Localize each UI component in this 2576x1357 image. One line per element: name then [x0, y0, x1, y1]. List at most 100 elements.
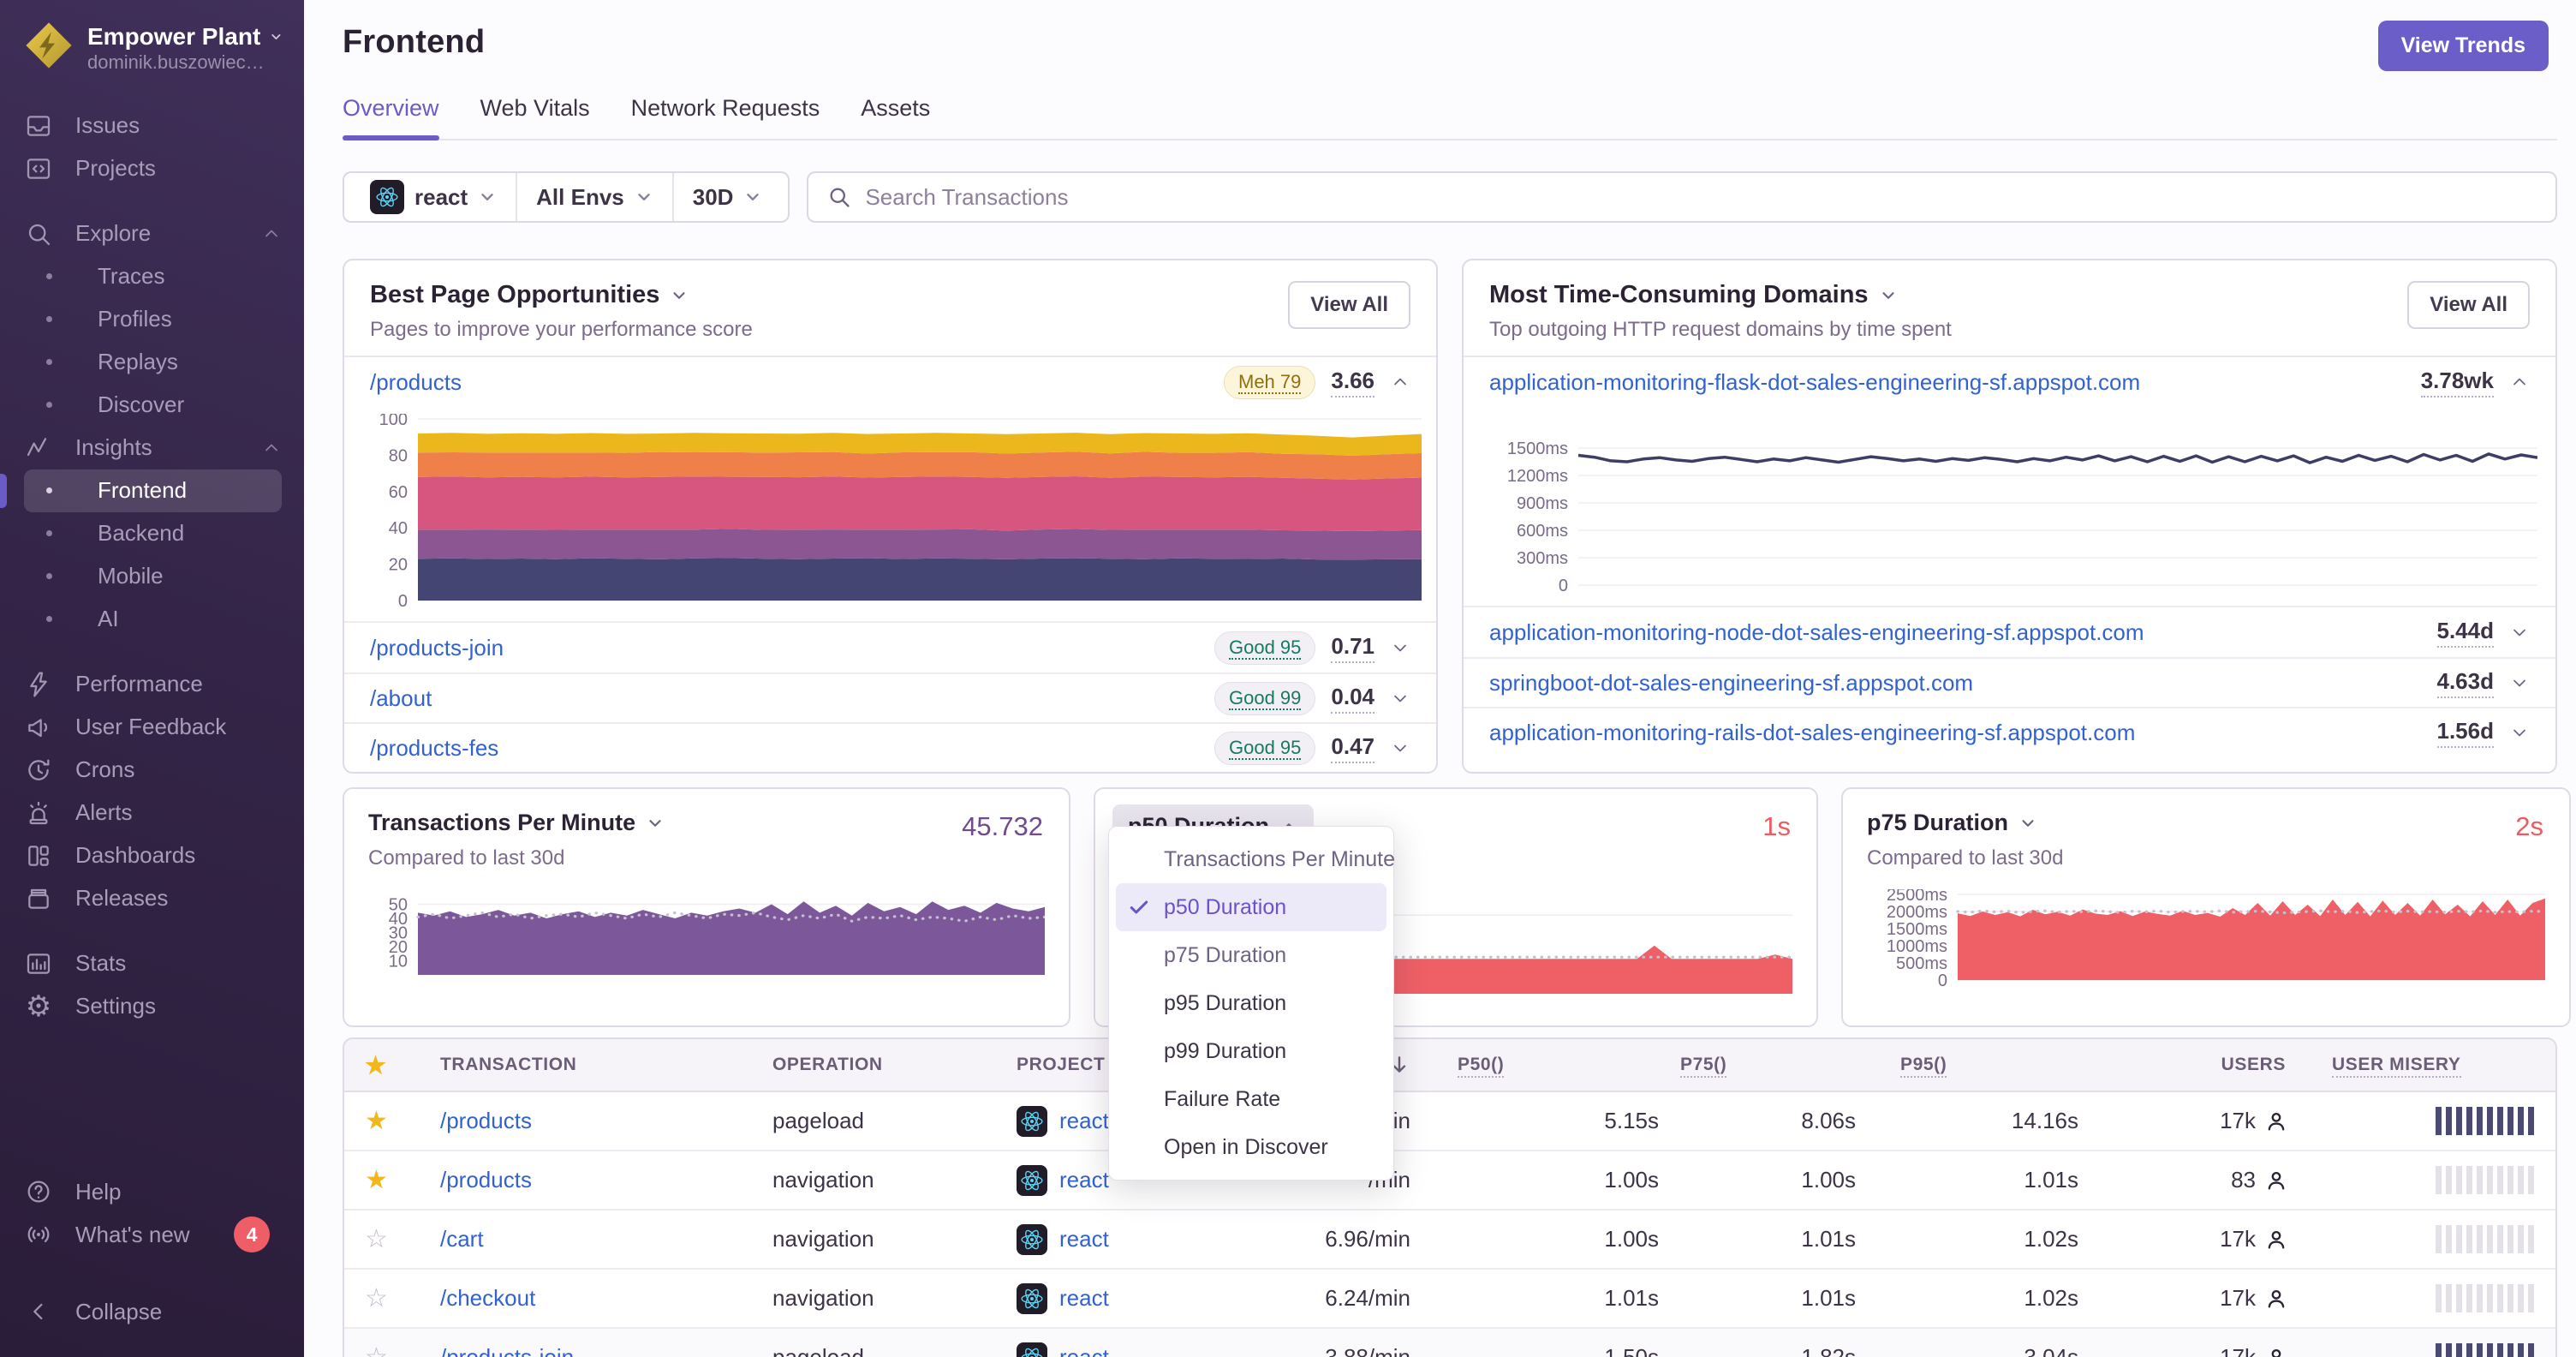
col-operation[interactable]: OPERATION	[772, 1055, 995, 1075]
environment-selector[interactable]: All Envs	[516, 173, 672, 221]
domain-link[interactable]: application-monitoring-node-dot-sales-en…	[1489, 619, 2144, 646]
transaction-link[interactable]: /products-join	[440, 1344, 574, 1357]
favorite-star-outline-icon[interactable]: ☆	[344, 1344, 406, 1357]
chevron-down-icon[interactable]	[1879, 286, 1898, 305]
dropdown-item-failure-rate[interactable]: Failure Rate	[1116, 1075, 1386, 1123]
sidebar-item-performance[interactable]: Performance	[24, 663, 282, 706]
sidebar-item-insights[interactable]: Insights	[24, 427, 282, 469]
table-row[interactable]: ☆ /products-join pageload react 3.88/min…	[344, 1329, 2555, 1357]
sidebar-item-user-feedback[interactable]: User Feedback	[24, 706, 282, 749]
transaction-link[interactable]: /products	[440, 1167, 532, 1193]
transaction-link[interactable]: /checkout	[440, 1285, 535, 1311]
page-link[interactable]: /products	[370, 369, 462, 396]
search-input[interactable]	[865, 183, 2537, 211]
sidebar-item-ai[interactable]: AI	[24, 598, 282, 641]
table-row[interactable]: ☆ /cart navigation react 6.96/min 1.00s …	[344, 1211, 2555, 1270]
sidebar-item-what-s-new[interactable]: What's new 4	[24, 1213, 282, 1256]
sidebar-item-settings[interactable]: ⚙ Settings	[24, 985, 282, 1028]
sidebar-item-backend[interactable]: Backend	[24, 512, 282, 555]
p95-cell: 3.04s	[2024, 1344, 2078, 1357]
favorite-star-filled-icon[interactable]: ★	[344, 1108, 406, 1134]
col-p50[interactable]: P50()	[1432, 1055, 1672, 1078]
panel-title[interactable]: Best Page Opportunities	[370, 281, 659, 309]
tab-assets[interactable]: Assets	[861, 95, 930, 139]
sidebar-item-replays[interactable]: Replays	[24, 341, 282, 384]
metric-title[interactable]: p75 Duration	[1867, 810, 2008, 836]
sidebar-item-stats[interactable]: Stats	[24, 942, 282, 985]
chevron-down-icon[interactable]	[2509, 673, 2530, 693]
table-row[interactable]: ★ /products pageload react /min 5.15s 8.…	[344, 1092, 2555, 1151]
dropdown-item-p95-duration[interactable]: p95 Duration	[1116, 979, 1386, 1027]
sidebar-item-help[interactable]: Help	[24, 1170, 282, 1213]
date-range-selector[interactable]: 30D	[671, 173, 782, 221]
chevron-down-icon[interactable]	[670, 286, 689, 305]
sidebar-item-alerts[interactable]: Alerts	[24, 792, 282, 834]
col-user-misery[interactable]: USER MISERY	[2301, 1055, 2555, 1078]
user-misery-bars	[2301, 1107, 2555, 1135]
sidebar-item-issues[interactable]: Issues	[24, 105, 282, 147]
sidebar-item-profiles[interactable]: Profiles	[24, 298, 282, 341]
sidebar-item-traces[interactable]: Traces	[24, 255, 282, 298]
project-selector[interactable]: react	[351, 173, 516, 221]
favorite-star-outline-icon[interactable]: ☆	[344, 1285, 406, 1312]
col-users[interactable]: USERS	[2091, 1055, 2301, 1075]
chevron-down-icon[interactable]	[1390, 738, 1410, 758]
page-link[interactable]: /about	[370, 685, 432, 712]
sidebar-item-mobile[interactable]: Mobile	[24, 555, 282, 598]
chevron-down-icon[interactable]	[2018, 814, 2037, 833]
dropdown-item-p50-duration[interactable]: p50 Duration	[1116, 883, 1386, 931]
org-switcher[interactable]: Empower Plant dominik.buszowiec…	[0, 21, 304, 96]
page-link[interactable]: /products-fes	[370, 735, 498, 762]
sidebar-item-releases[interactable]: Releases	[24, 877, 282, 920]
favorite-star-icon[interactable]: ★	[344, 1051, 406, 1079]
table-row[interactable]: ★ /products navigation react /min 1.00s …	[344, 1151, 2555, 1211]
project-link[interactable]: react	[1059, 1108, 1109, 1134]
panel-list-row: /products-join Good 95 0.71	[344, 623, 1436, 673]
users-cell: 17k	[2091, 1285, 2301, 1312]
tab-overview[interactable]: Overview	[343, 95, 439, 140]
col-transaction[interactable]: TRANSACTION	[406, 1055, 772, 1075]
domain-link[interactable]: application-monitoring-flask-dot-sales-e…	[1489, 369, 2140, 396]
chevron-down-icon[interactable]	[2509, 622, 2530, 643]
page-link[interactable]: /products-join	[370, 635, 504, 661]
chevron-up-icon[interactable]	[1390, 372, 1410, 392]
col-p75[interactable]: P75()	[1672, 1055, 1869, 1078]
chevron-down-icon[interactable]	[1390, 637, 1410, 658]
sidebar-item-discover[interactable]: Discover	[24, 384, 282, 427]
domain-link[interactable]: application-monitoring-rails-dot-sales-e…	[1489, 720, 2135, 746]
domain-link[interactable]: springboot-dot-sales-engineering-sf.apps…	[1489, 670, 1973, 696]
tab-network-requests[interactable]: Network Requests	[631, 95, 820, 139]
dropdown-item-p99-duration[interactable]: p99 Duration	[1116, 1027, 1386, 1075]
chevron-down-icon[interactable]	[646, 814, 665, 833]
table-row[interactable]: ☆ /checkout navigation react 6.24/min 1.…	[344, 1270, 2555, 1329]
favorite-star-filled-icon[interactable]: ★	[344, 1167, 406, 1193]
chevron-down-icon	[478, 188, 497, 206]
col-p95[interactable]: P95()	[1869, 1055, 2091, 1078]
view-all-button[interactable]: View All	[2407, 281, 2530, 329]
panel-title[interactable]: Most Time-Consuming Domains	[1489, 281, 1869, 309]
sidebar-item-explore[interactable]: Explore	[24, 212, 282, 255]
transaction-link[interactable]: /cart	[440, 1226, 484, 1252]
favorite-star-outline-icon[interactable]: ☆	[344, 1226, 406, 1252]
chevron-down-icon[interactable]	[2509, 722, 2530, 743]
sidebar-item-collapse[interactable]: Collapse	[24, 1290, 282, 1333]
dropdown-item-transactions-per-minute[interactable]: Transactions Per Minute	[1116, 835, 1395, 883]
project-link[interactable]: react	[1059, 1344, 1109, 1357]
dropdown-item-p75-duration[interactable]: p75 Duration	[1116, 931, 1386, 979]
sidebar-item-dashboards[interactable]: Dashboards	[24, 834, 282, 877]
chevron-down-icon[interactable]	[1390, 688, 1410, 708]
chevron-up-icon[interactable]	[2509, 372, 2530, 392]
project-link[interactable]: react	[1059, 1167, 1109, 1193]
tab-web-vitals[interactable]: Web Vitals	[480, 95, 590, 139]
transaction-link[interactable]: /products	[440, 1108, 532, 1133]
sidebar-item-projects[interactable]: Projects	[24, 147, 282, 190]
view-trends-button[interactable]: View Trends	[2377, 21, 2549, 71]
sidebar-item-crons[interactable]: Crons	[24, 749, 282, 792]
metric-title[interactable]: Transactions Per Minute	[368, 810, 635, 836]
dropdown-item-open-in-discover[interactable]: Open in Discover	[1116, 1123, 1386, 1171]
view-all-button[interactable]: View All	[1288, 281, 1410, 329]
project-link[interactable]: react	[1059, 1285, 1109, 1312]
score-badge: Good 95	[1213, 731, 1316, 765]
sidebar-item-frontend[interactable]: Frontend	[0, 469, 282, 512]
project-link[interactable]: react	[1059, 1226, 1109, 1252]
